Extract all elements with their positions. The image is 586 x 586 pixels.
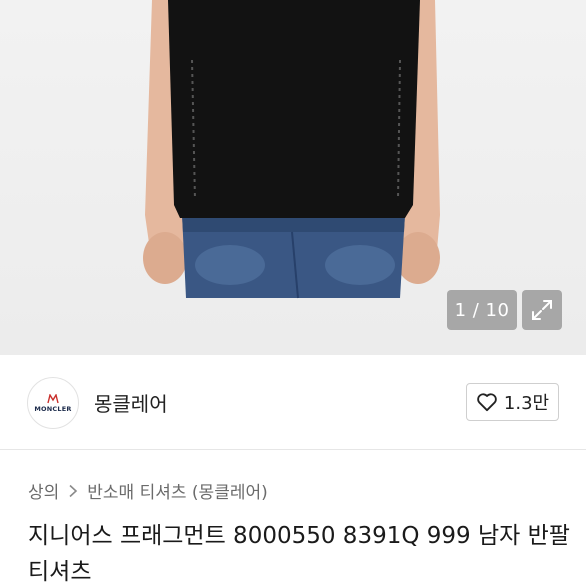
like-count: 1.3만 <box>503 393 550 414</box>
expand-button[interactable] <box>522 290 562 330</box>
chevron-right-icon <box>69 484 78 497</box>
like-button[interactable]: 1.3만 <box>466 383 559 421</box>
heart-icon <box>477 393 497 412</box>
breadcrumb: 상의 반소매 티셔츠 (몽클레어) <box>28 478 268 503</box>
breadcrumb-item-subcategory[interactable]: 반소매 티셔츠 (몽클레어) <box>87 478 267 503</box>
expand-icon <box>532 300 552 320</box>
product-title: 지니어스 프래그먼트 8000550 8391Q 999 남자 반팔티셔츠 <box>28 523 570 585</box>
store-name[interactable]: 몽클레어 <box>94 388 168 417</box>
breadcrumb-item-category[interactable]: 상의 <box>28 478 59 503</box>
logo-mark-icon <box>47 393 59 403</box>
product-image-gallery[interactable]: 1 / 10 <box>0 0 586 355</box>
logo-text: MONCLER <box>34 404 72 413</box>
image-counter: 1 / 10 <box>447 290 517 330</box>
store-logo[interactable]: MONCLER <box>27 377 79 429</box>
